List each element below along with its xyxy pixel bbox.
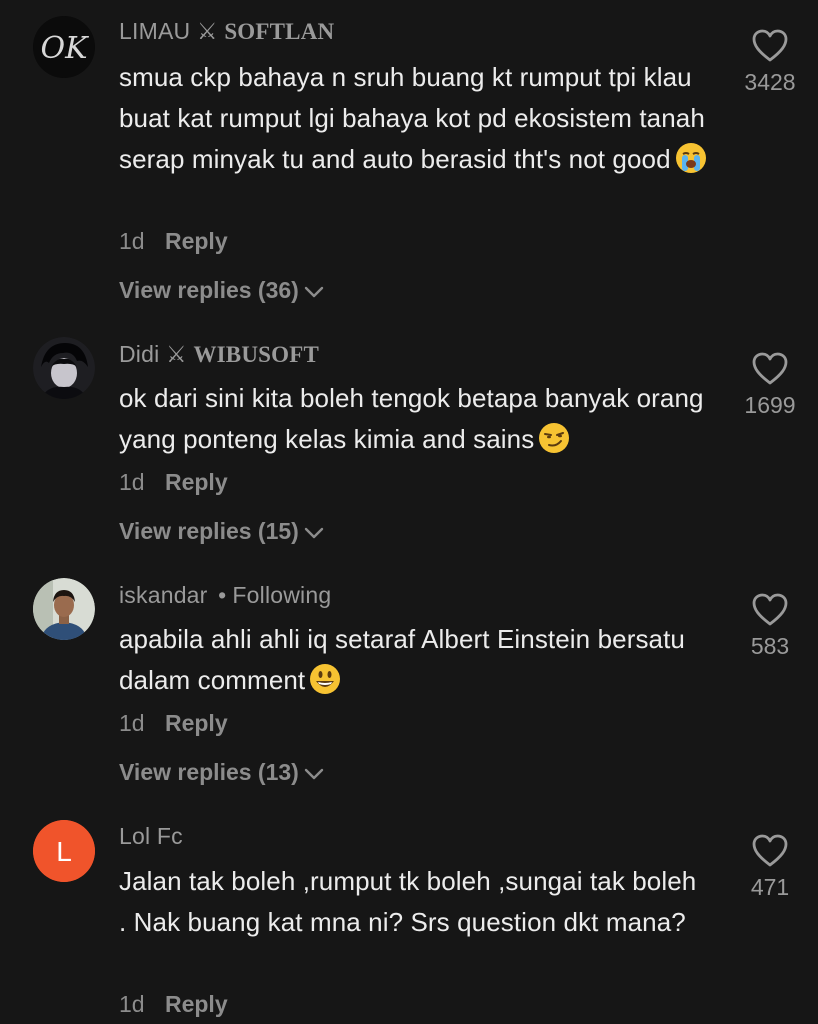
comment-text: apabila ahli ahli iq setaraf Albert Eins… [119,619,719,701]
comment-username[interactable]: Didi ⚔ WIBUSOFT [119,341,319,368]
svg-text:OK: OK [40,31,89,66]
comment-time: 1d [119,469,145,495]
username-text[interactable]: Didi [119,341,159,367]
separator-dot: • [211,582,227,608]
chevron-down-icon [304,286,324,298]
heart-outline-icon [752,352,788,385]
comment-text-content: ok dari sini kita boleh tengok betapa ba… [119,383,704,454]
reply-button[interactable]: Reply [165,228,228,254]
crossed-swords-icon: ⚔ [166,341,194,367]
comment-text-content: apabila ahli ahli iq setaraf Albert Eins… [119,624,685,695]
comment-text: Jalan tak boleh ,rumput tk boleh ,sungai… [119,861,709,943]
view-replies-button[interactable]: View replies (13) [119,759,325,786]
username-text[interactable]: iskandar [119,582,208,608]
comment-text-content: smua ckp bahaya n sruh buang kt rumput t… [119,62,705,174]
following-status: Following [232,582,332,608]
comment-username[interactable]: iskandar • Following [119,582,331,609]
svg-text:L: L [56,836,72,867]
loudly-crying-face-icon [675,143,706,173]
comment-meta: 1d Reply [119,469,228,496]
reply-button[interactable]: Reply [165,469,228,495]
reply-button[interactable]: Reply [165,710,228,736]
reply-button[interactable]: Reply [165,991,228,1017]
comment-text: smua ckp bahaya n sruh buang kt rumput t… [119,57,719,180]
like-button[interactable]: 1699 [720,352,818,419]
avatar[interactable]: L [33,820,95,882]
like-button[interactable]: 3428 [720,29,818,96]
like-count: 1699 [744,392,796,418]
heart-outline-icon [752,834,788,867]
username-text[interactable]: LIMAU [119,18,190,44]
view-replies-label: View replies (15) [119,518,299,544]
view-replies-label: View replies (36) [119,277,299,303]
avatar[interactable]: OK [33,16,95,78]
avatar[interactable] [33,578,95,640]
comment-text: ok dari sini kita boleh tengok betapa ba… [119,378,719,460]
comment-time: 1d [119,710,145,736]
heart-outline-icon [752,593,788,626]
grinning-face-icon [310,664,341,694]
heart-outline-icon [752,29,788,62]
chevron-down-icon [304,768,324,780]
comment-meta: 1d Reply [119,228,228,255]
like-button[interactable]: 583 [720,593,818,660]
comment-time: 1d [119,228,145,254]
comment-meta: 1d Reply [119,710,228,737]
like-count: 3428 [744,69,796,95]
comment-username[interactable]: Lol Fc [119,823,183,850]
crossed-swords-icon: ⚔ [196,18,225,44]
comment-time: 1d [119,991,145,1017]
comment-username[interactable]: LIMAU ⚔ SOFTLAN [119,18,334,45]
username-tag: SOFTLAN [224,19,335,44]
like-count: 471 [750,874,790,900]
smirking-face-icon [539,423,570,453]
view-replies-button[interactable]: View replies (36) [119,277,325,304]
avatar[interactable] [33,337,95,399]
view-replies-button[interactable]: View replies (15) [119,518,325,545]
username-text[interactable]: Lol Fc [119,823,183,849]
username-tag: WIBUSOFT [193,342,320,367]
view-replies-label: View replies (13) [119,759,299,785]
comment-text-content: Jalan tak boleh ,rumput tk boleh ,sungai… [119,866,697,937]
comment-meta: 1d Reply [119,991,228,1018]
like-button[interactable]: 471 [720,834,818,901]
chevron-down-icon [304,527,324,539]
like-count: 583 [750,633,790,659]
